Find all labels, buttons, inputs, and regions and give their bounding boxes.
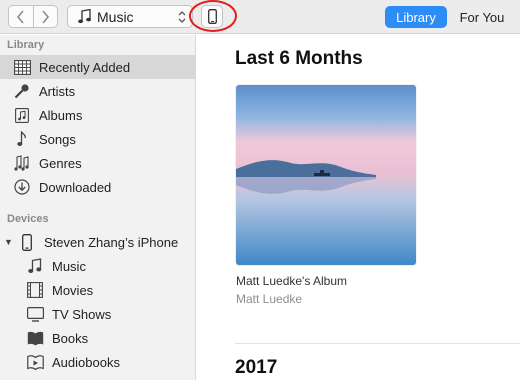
sidebar-item-label: TV Shows xyxy=(52,306,112,322)
media-kind-label: Music xyxy=(97,8,134,25)
sidebar-item-label: Genres xyxy=(39,155,82,171)
sidebar-item-label: Albums xyxy=(39,107,83,123)
book-icon xyxy=(26,329,44,347)
iphone-icon xyxy=(207,9,217,24)
devices-section-title: Devices xyxy=(7,213,49,225)
sidebar-item-device-audiobooks[interactable]: Audiobooks xyxy=(0,350,195,374)
sidebar-item-device[interactable]: ▼ Steven Zhang’s iPhone xyxy=(0,230,195,254)
nav-buttons xyxy=(8,5,58,28)
sidebar-item-label: Audiobooks xyxy=(52,354,120,370)
sidebar-item-label: Music xyxy=(52,258,86,274)
section-divider xyxy=(235,343,520,344)
genres-icon xyxy=(13,154,31,172)
sidebar-item-label: Artists xyxy=(39,83,76,99)
device-button[interactable] xyxy=(201,5,223,28)
chevron-right-icon xyxy=(42,9,49,24)
microphone-icon xyxy=(13,82,31,100)
forward-button[interactable] xyxy=(32,6,58,27)
sidebar-item-songs[interactable]: Songs xyxy=(0,127,195,151)
album-artwork-image xyxy=(236,85,416,265)
album-icon xyxy=(13,106,31,124)
sidebar-item-downloaded[interactable]: Downloaded xyxy=(0,175,195,199)
disclosure-triangle-icon[interactable]: ▼ xyxy=(4,237,13,247)
sidebar-item-device-tv-shows[interactable]: TV Shows xyxy=(0,302,195,326)
sidebar-item-device-music[interactable]: Music xyxy=(0,254,195,278)
sidebar-item-genres[interactable]: Genres xyxy=(0,151,195,175)
music-note-icon xyxy=(13,130,31,148)
film-icon xyxy=(26,281,44,299)
media-kind-select[interactable]: Music xyxy=(67,5,193,28)
itunes-window: Music Library For You Library Recently A… xyxy=(0,0,520,380)
sidebar-item-label: Books xyxy=(52,330,89,346)
tab-library[interactable]: Library xyxy=(385,6,447,28)
album-artist[interactable]: Matt Luedke xyxy=(236,292,302,306)
back-button[interactable] xyxy=(9,6,33,27)
section-title-2017: 2017 xyxy=(235,357,278,378)
tv-icon xyxy=(26,305,44,323)
music-note-icon xyxy=(78,9,91,24)
toolbar: Music Library For You xyxy=(0,0,520,34)
tab-for-you[interactable]: For You xyxy=(452,6,512,28)
audiobook-icon xyxy=(26,353,44,371)
sidebar-item-recently-added[interactable]: Recently Added xyxy=(0,55,195,79)
iphone-icon xyxy=(18,233,36,251)
album-title[interactable]: Matt Luedke's Album xyxy=(236,274,347,288)
download-icon xyxy=(13,178,31,196)
sidebar-item-device-movies[interactable]: Movies xyxy=(0,278,195,302)
grid-icon xyxy=(13,58,31,76)
sidebar-item-label: Downloaded xyxy=(39,179,112,195)
library-section-title: Library xyxy=(7,39,45,51)
sidebar-item-albums[interactable]: Albums xyxy=(0,103,195,127)
sidebar-item-artists[interactable]: Artists xyxy=(0,79,195,103)
album-artwork[interactable] xyxy=(236,85,416,265)
sidebar-item-label: Movies xyxy=(52,282,94,298)
sidebar: Library Recently Added Artists Albums So… xyxy=(0,35,196,380)
main-content: Last 6 Months Matt Luedke's Album Matt L… xyxy=(197,35,520,380)
up-down-chevron-icon xyxy=(178,11,186,23)
chevron-left-icon xyxy=(17,9,24,24)
sidebar-item-device-books[interactable]: Books xyxy=(0,326,195,350)
music-note-icon xyxy=(26,257,44,275)
sidebar-item-label: Songs xyxy=(39,131,76,147)
sidebar-item-label: Steven Zhang’s iPhone xyxy=(44,234,179,250)
section-title-recent: Last 6 Months xyxy=(235,48,363,69)
sidebar-item-label: Recently Added xyxy=(39,59,131,75)
